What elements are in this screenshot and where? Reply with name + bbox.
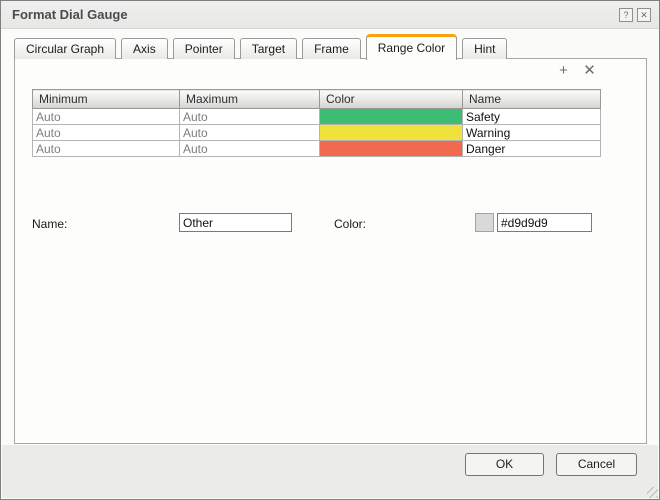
- title-bar: Format Dial Gauge ? ✕: [1, 1, 659, 29]
- add-row-icon[interactable]: +: [555, 62, 572, 79]
- cancel-button[interactable]: Cancel: [556, 453, 637, 476]
- column-header-minimum[interactable]: Minimum: [33, 90, 180, 109]
- table-row[interactable]: Auto Auto Warning: [33, 125, 601, 141]
- color-swatch-cell: [320, 125, 463, 141]
- minimum-cell: Auto: [33, 109, 180, 125]
- color-swatch-cell: [320, 141, 463, 157]
- close-icon[interactable]: ✕: [637, 8, 651, 22]
- tab-pointer[interactable]: Pointer: [173, 38, 235, 59]
- help-icon[interactable]: ?: [619, 8, 633, 22]
- name-cell: Danger: [463, 141, 601, 157]
- tab-frame[interactable]: Frame: [302, 38, 361, 59]
- column-header-name[interactable]: Name: [463, 90, 601, 109]
- tab-range-color[interactable]: Range Color: [366, 34, 457, 60]
- minimum-cell: Auto: [33, 125, 180, 141]
- color-input[interactable]: [497, 213, 592, 232]
- color-swatch-button[interactable]: [475, 213, 494, 232]
- minimum-cell: Auto: [33, 141, 180, 157]
- range-color-panel: + ✕ Minimum Maximum Color Name Auto Auto: [14, 58, 647, 444]
- range-color-table: Minimum Maximum Color Name Auto Auto Saf…: [32, 89, 601, 157]
- column-header-color[interactable]: Color: [320, 90, 463, 109]
- dialog-title: Format Dial Gauge: [12, 7, 615, 22]
- resize-grip[interactable]: [647, 487, 658, 498]
- maximum-cell: Auto: [180, 109, 320, 125]
- tab-bar: Circular Graph Axis Pointer Target Frame…: [14, 33, 646, 59]
- table-row[interactable]: Auto Auto Danger: [33, 141, 601, 157]
- tab-axis[interactable]: Axis: [121, 38, 168, 59]
- tab-target[interactable]: Target: [240, 38, 297, 59]
- color-label: Color:: [334, 217, 366, 231]
- color-swatch-cell: [320, 109, 463, 125]
- footer: OK Cancel: [2, 445, 658, 498]
- remove-row-icon[interactable]: ✕: [581, 62, 598, 79]
- table-header-row: Minimum Maximum Color Name: [33, 90, 601, 109]
- name-cell: Safety: [463, 109, 601, 125]
- ok-button[interactable]: OK: [465, 453, 544, 476]
- name-cell: Warning: [463, 125, 601, 141]
- name-label: Name:: [32, 217, 67, 231]
- name-input[interactable]: [179, 213, 292, 232]
- tab-circular-graph[interactable]: Circular Graph: [14, 38, 116, 59]
- maximum-cell: Auto: [180, 141, 320, 157]
- format-dial-gauge-dialog: Format Dial Gauge ? ✕ Circular Graph Axi…: [0, 0, 660, 500]
- table-actions: + ✕: [555, 62, 598, 79]
- column-header-maximum[interactable]: Maximum: [180, 90, 320, 109]
- tab-hint[interactable]: Hint: [462, 38, 507, 59]
- table-row[interactable]: Auto Auto Safety: [33, 109, 601, 125]
- maximum-cell: Auto: [180, 125, 320, 141]
